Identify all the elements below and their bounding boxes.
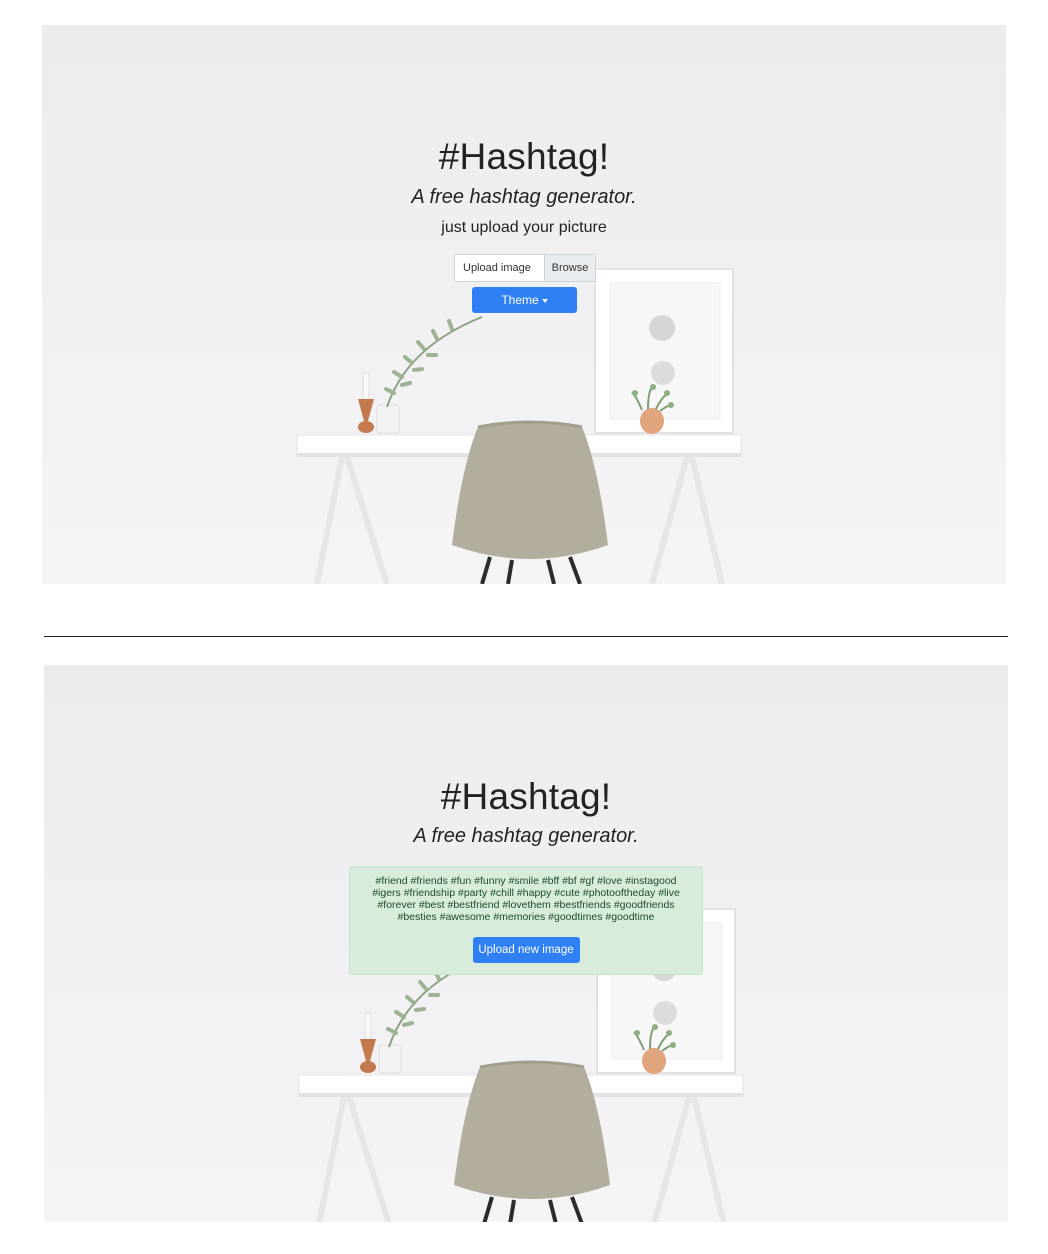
page-subtitle: A free hashtag generator. bbox=[411, 186, 637, 208]
upload-screen: #Hashtag! A free hashtag generator. just… bbox=[42, 25, 1006, 584]
hero-text: #Hashtag! bbox=[42, 137, 1006, 177]
file-upload-input[interactable]: Upload image Browse bbox=[454, 254, 596, 282]
page-title: #Hashtag! bbox=[440, 776, 612, 817]
lead-wrap: just upload your picture bbox=[42, 217, 1006, 239]
caret-down-icon bbox=[541, 298, 548, 303]
subtitle-wrap: A free hashtag generator. bbox=[44, 823, 1008, 849]
hashtag-result-alert: #friend #friends #fun #funny #smile #bff… bbox=[349, 866, 703, 975]
subtitle-wrap: A free hashtag generator. bbox=[42, 184, 1006, 210]
title-wrap: #Hashtag! bbox=[44, 777, 1008, 817]
hashtag-list: #friend #friends #fun #funny #smile #bff… bbox=[372, 875, 680, 923]
page-subtitle: A free hashtag generator. bbox=[413, 825, 639, 847]
result-screen: #Hashtag! A free hashtag generator. #fri… bbox=[44, 665, 1008, 1222]
upload-new-image-button[interactable]: Upload new image bbox=[472, 937, 580, 963]
instruction-text: just upload your picture bbox=[441, 219, 607, 236]
upload-image-label[interactable]: Upload image bbox=[455, 255, 544, 281]
theme-button-label: Theme bbox=[501, 293, 539, 307]
page-title: #Hashtag! bbox=[438, 136, 610, 177]
divider bbox=[44, 636, 1008, 637]
browse-button[interactable]: Browse bbox=[544, 255, 595, 281]
theme-dropdown-button[interactable]: Theme bbox=[472, 287, 577, 313]
